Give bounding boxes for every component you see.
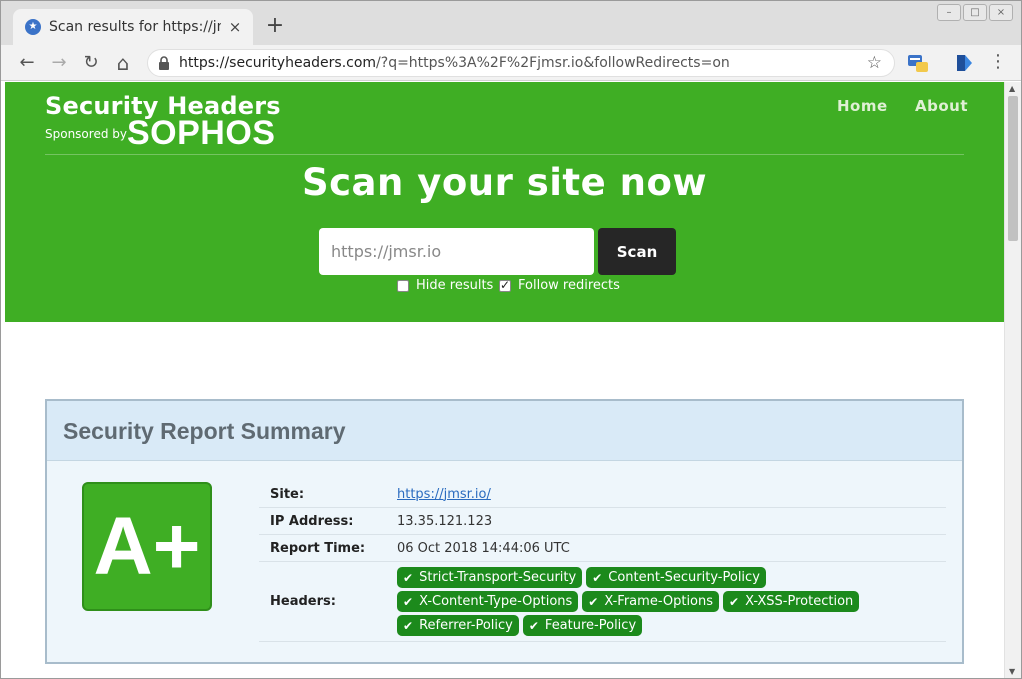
header-pill[interactable]: ✔ Strict-Transport-Security <box>397 567 583 588</box>
hide-results-checkbox[interactable] <box>397 279 409 292</box>
ip-row: IP Address: 13.35.121.123 <box>259 508 946 535</box>
hero-banner: Security Headers Sponsored by SOPHOS Hom… <box>5 82 1004 322</box>
maximize-button[interactable]: □ <box>963 4 987 21</box>
ip-value: 13.35.121.123 <box>397 513 493 529</box>
back-button[interactable]: ← <box>15 51 39 75</box>
tab-title: Scan results for https://jm <box>49 19 221 35</box>
new-tab-button[interactable]: + <box>263 15 287 39</box>
hero-heading: Scan your site now <box>301 161 708 204</box>
browser-tab[interactable]: ★ Scan results for https://jm × <box>13 9 253 45</box>
scroll-down-icon[interactable]: ▼ <box>1009 667 1015 676</box>
report-time-label: Report Time: <box>270 540 366 556</box>
close-tab-icon[interactable]: × <box>227 19 243 35</box>
header-pill[interactable]: ✔ Feature-Policy <box>522 615 643 636</box>
address-bar[interactable]: https://securityheaders.com/?q=https%3A%… <box>147 49 895 77</box>
follow-redirects-label: Follow redirects <box>518 278 620 293</box>
page-viewport: Security Headers Sponsored by SOPHOS Hom… <box>5 82 1004 678</box>
minimize-button[interactable]: – <box>937 4 961 21</box>
close-window-button[interactable]: × <box>989 4 1013 21</box>
grade-badge: A+ <box>82 482 212 611</box>
check-icon: ✔ <box>588 594 599 609</box>
nav-about-link[interactable]: About <box>915 97 968 115</box>
browser-menu-icon[interactable]: ⋮ <box>989 51 1007 75</box>
sponsor-logo[interactable]: SOPHOS <box>127 114 275 153</box>
check-icon: ✔ <box>528 618 539 633</box>
report-header: Security Report Summary <box>47 401 962 461</box>
report-time-value: 06 Oct 2018 14:44:06 UTC <box>397 540 570 556</box>
forward-button[interactable]: → <box>47 51 71 75</box>
lock-icon <box>159 56 169 70</box>
report-time-row: Report Time: 06 Oct 2018 14:44:06 UTC <box>259 535 946 562</box>
scan-url-input[interactable] <box>319 228 594 275</box>
home-button[interactable]: ⌂ <box>111 51 135 75</box>
page-scrollbar[interactable]: ▲ ▼ <box>1004 82 1021 678</box>
hide-results-option[interactable]: Hide results <box>397 278 493 293</box>
report-title: Security Report Summary <box>63 418 346 444</box>
sponsored-by-label: Sponsored by <box>45 127 127 141</box>
header-pill[interactable]: ✔ Referrer-Policy <box>397 615 519 636</box>
scroll-up-icon[interactable]: ▲ <box>1009 84 1015 93</box>
url-text: https://securityheaders.com/?q=https%3A%… <box>179 55 730 71</box>
window-controls: – □ × <box>937 4 1013 21</box>
report-info-table: Site: https://jmsr.io/ IP Address: 13.35… <box>259 481 946 642</box>
follow-redirects-option[interactable]: Follow redirects <box>499 278 620 293</box>
star-icon[interactable]: ☆ <box>867 53 882 73</box>
follow-redirects-checkbox[interactable] <box>499 278 511 292</box>
check-icon: ✔ <box>403 594 414 609</box>
scrollbar-thumb[interactable] <box>1008 96 1018 241</box>
check-icon: ✔ <box>592 570 603 585</box>
hide-results-label: Hide results <box>416 278 494 293</box>
hero-divider <box>45 154 964 155</box>
favicon-icon: ★ <box>25 19 41 35</box>
ip-label: IP Address: <box>270 513 354 529</box>
header-pill[interactable]: ✔ Content-Security-Policy <box>586 567 766 588</box>
tab-bar: ★ Scan results for https://jm × + – □ × <box>1 1 1021 45</box>
url-host: https://securityheaders.com <box>179 55 377 71</box>
check-icon: ✔ <box>403 618 414 633</box>
extension-icon[interactable] <box>907 53 929 73</box>
header-pill[interactable]: ✔ X-Frame-Options <box>582 591 720 612</box>
headers-row: Headers: ✔ Strict-Transport-Security ✔ Con… <box>259 562 946 642</box>
site-row: Site: https://jmsr.io/ <box>259 481 946 508</box>
check-icon: ✔ <box>403 570 414 585</box>
nav-home-link[interactable]: Home <box>837 97 888 115</box>
security-report-card: Security Report Summary A+ Site: https:/… <box>45 399 964 664</box>
header-pill[interactable]: ✔ X-Content-Type-Options <box>397 591 579 612</box>
check-icon: ✔ <box>729 594 740 609</box>
browser-toolbar: ← → ↻ ⌂ https://securityheaders.com/?q=h… <box>1 45 1021 81</box>
headers-label: Headers: <box>270 594 336 609</box>
reload-button[interactable]: ↻ <box>79 51 103 75</box>
profile-extension-icon[interactable] <box>953 52 975 74</box>
header-pills: ✔ Strict-Transport-Security ✔ Content-Secu… <box>397 567 867 636</box>
browser-window: ★ Scan results for https://jm × + – □ × … <box>0 0 1022 679</box>
site-link[interactable]: https://jmsr.io/ <box>397 487 491 502</box>
scan-button[interactable]: Scan <box>598 228 676 275</box>
url-path: /?q=https%3A%2F%2Fjmsr.io&followRedirect… <box>376 55 730 71</box>
header-pill[interactable]: ✔ X-XSS-Protection <box>723 591 860 612</box>
site-label: Site: <box>270 486 305 502</box>
